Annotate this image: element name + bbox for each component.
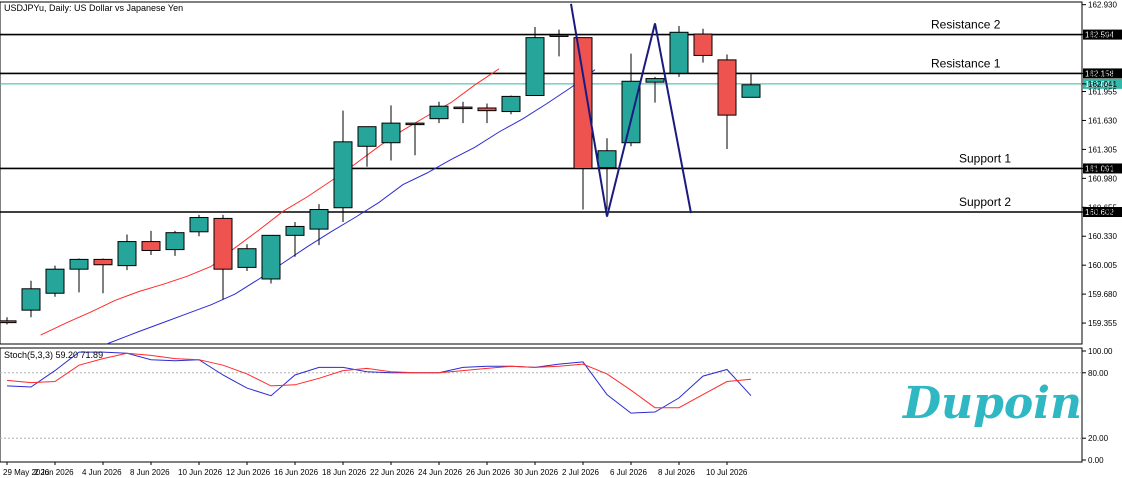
price-tick-label: 160.330: [1088, 232, 1117, 241]
level-label: Support 1: [959, 151, 1011, 165]
price-tick-label: 161.091: [1088, 164, 1117, 173]
chart-svg: Resistance 2 162.594 Resistance 1 162.158 Su…: [0, 0, 1122, 478]
stochastic-title: Stoch(5,3,3) 59.20 71.89: [4, 350, 103, 360]
time-tick-label: 2 Jun 2026: [34, 468, 74, 477]
price-tick-label: 159.355: [1088, 319, 1117, 328]
candle-body: [741, 84, 761, 98]
stochastic-tick-label: 0.00: [1088, 456, 1104, 465]
candle-body: [597, 150, 617, 169]
price-tick-label: 161.955: [1088, 88, 1117, 97]
candle-body: [21, 288, 41, 311]
time-tick-label: 10 Jul 2026: [706, 468, 748, 477]
level-label: Resistance 1: [931, 56, 1001, 70]
candle-body: [213, 217, 233, 270]
candle-body: [285, 225, 305, 236]
time-tick-label: 2 Jul 2026: [562, 468, 599, 477]
price-tick-label: 161.305: [1088, 145, 1117, 154]
candle-body: [237, 248, 257, 268]
candle-body: [477, 107, 497, 112]
time-tick-label: 22 Jun 2026: [370, 468, 415, 477]
time-tick-label: 8 Jun 2026: [130, 468, 170, 477]
stochastic-tick-label: 100.00: [1088, 347, 1113, 356]
candle-body: [189, 217, 209, 233]
candle-body: [141, 241, 161, 251]
price-tick-label: 160.602: [1088, 208, 1117, 217]
price-tick-label: 162.158: [1088, 69, 1117, 78]
price-tick-label: 161.630: [1088, 116, 1117, 125]
time-tick-label: 24 Jun 2026: [418, 468, 463, 477]
level-label: Support 2: [959, 195, 1011, 209]
price-tick-label: 162.594: [1088, 31, 1117, 40]
candle-body: [45, 268, 65, 294]
candle-body: [309, 209, 329, 230]
candle-body: [573, 37, 593, 170]
candle-body: [381, 122, 401, 144]
stochastic-tick-label: 80.00: [1088, 369, 1109, 378]
time-tick-label: 30 Jun 2026: [514, 468, 559, 477]
time-tick-label: 12 Jun 2026: [226, 468, 271, 477]
candle-body: [549, 34, 569, 37]
candle-body: [453, 106, 473, 110]
candle-body: [501, 95, 521, 113]
price-tick-label: 162.930: [1088, 1, 1117, 10]
candle-body: [717, 59, 737, 116]
dupoin-logo-text: Dupoin: [901, 378, 1082, 429]
candle-body: [165, 232, 185, 251]
time-tick-label: 10 Jun 2026: [178, 468, 223, 477]
time-tick-label: 6 Jul 2026: [610, 468, 647, 477]
candle-body: [357, 126, 377, 147]
level-label: Resistance 2: [931, 18, 1001, 32]
candle-body: [93, 258, 113, 266]
time-tick-label: 26 Jun 2026: [466, 468, 511, 477]
candle-body: [261, 234, 281, 280]
stochastic-tick-label: 20.00: [1088, 434, 1109, 443]
time-tick-label: 18 Jun 2026: [322, 468, 367, 477]
dupoin-logo: Dupoin: [901, 378, 1082, 429]
candle-body: [429, 105, 449, 120]
time-tick-label: 8 Jul 2026: [658, 468, 695, 477]
candle-body: [405, 122, 425, 126]
candle-body: [333, 141, 353, 209]
chart-title: USDJPYu, Daily: US Dollar vs Japanese Ye…: [4, 3, 183, 13]
time-tick-label: 16 Jun 2026: [274, 468, 319, 477]
candle-body: [693, 33, 713, 56]
candle-body: [621, 80, 641, 144]
candle-body: [117, 241, 137, 267]
candle-body: [669, 31, 689, 74]
candle-body: [0, 320, 17, 324]
price-tick-label: 159.680: [1088, 290, 1117, 299]
candle-body: [525, 37, 545, 97]
time-tick-label: 4 Jun 2026: [82, 468, 122, 477]
price-tick-label: 160.980: [1088, 174, 1117, 183]
candle-body: [645, 78, 665, 83]
candle-body: [69, 258, 89, 270]
price-tick-label: 160.005: [1088, 261, 1117, 270]
